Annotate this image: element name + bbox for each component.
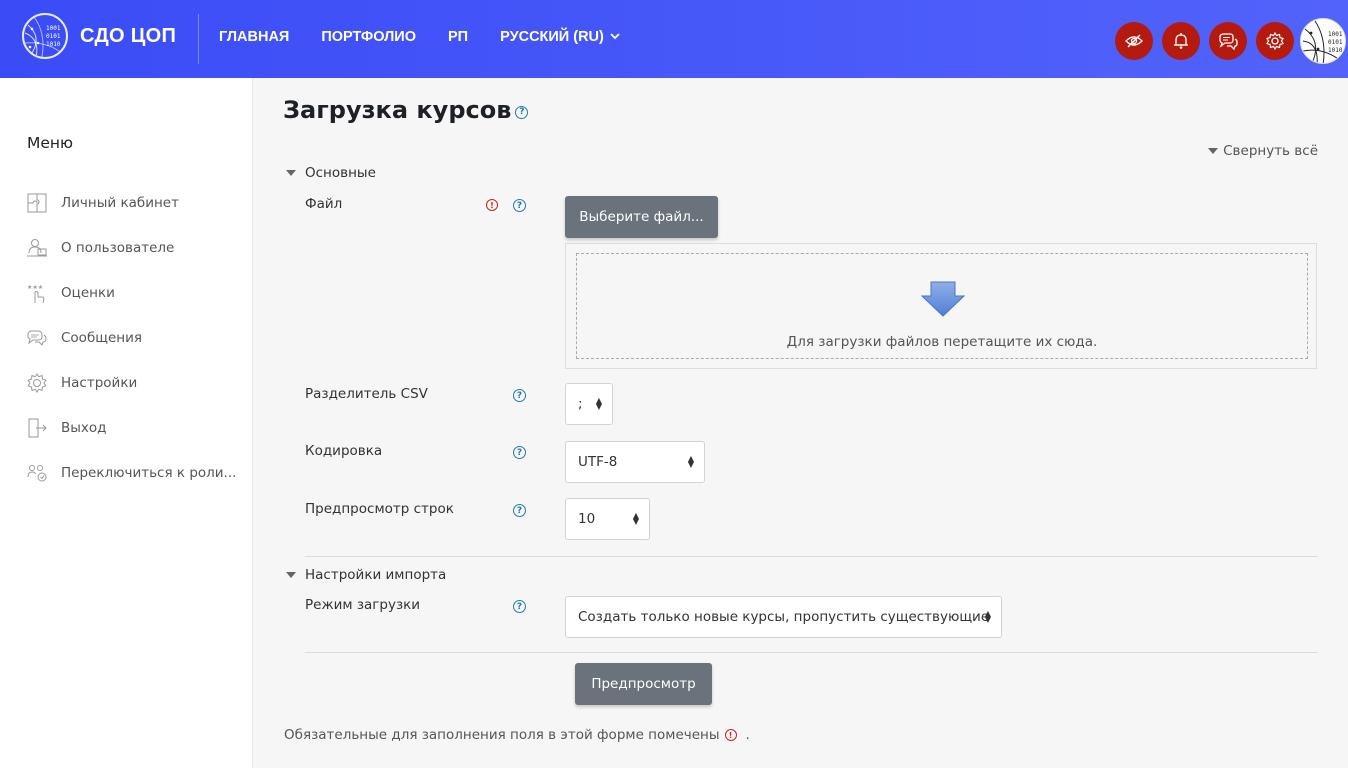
- select-arrows-icon: ▲ ▼: [687, 454, 694, 469]
- preview-rows-select[interactable]: 10 ▲ ▼: [565, 498, 650, 540]
- sidebar-item-settings[interactable]: Настройки: [25, 360, 236, 405]
- bell-icon[interactable]: [1162, 22, 1200, 60]
- nav-portfolio[interactable]: ПОРТФОЛИО: [321, 29, 416, 45]
- nav-home[interactable]: ГЛАВНАЯ: [219, 29, 289, 45]
- sidebar-menu: Личный кабинет О пользователе ★★★ Оценки…: [25, 180, 236, 495]
- site-logo[interactable]: 1001 0101 1010: [22, 13, 68, 59]
- help-icon[interactable]: ?: [513, 199, 526, 212]
- top-navbar: 1001 0101 1010 СДО ЦОП ГЛАВНАЯ ПОРТФОЛИО Р…: [0, 0, 1348, 78]
- select-arrows-icon: ▲ ▼: [632, 511, 639, 526]
- sidebar-item-messages[interactable]: Сообщения: [25, 315, 236, 360]
- encoding-select[interactable]: UTF-8 ▲ ▼: [565, 441, 705, 483]
- help-icon[interactable]: ?: [515, 105, 529, 119]
- gear-icon[interactable]: [1256, 22, 1294, 60]
- section-import-toggle[interactable]: Настройки импорта: [286, 567, 446, 583]
- csv-delimiter-select[interactable]: ; ▲ ▼: [565, 383, 613, 425]
- sidebar-item-logout[interactable]: Выход: [25, 405, 236, 450]
- header-icons: 1001 0101 1010: [1106, 18, 1348, 64]
- brand-name[interactable]: СДО ЦОП: [80, 25, 176, 48]
- triangle-down-icon: [286, 572, 296, 578]
- avatar-binary: 1001 0101 1010: [1328, 31, 1343, 54]
- sidebar-item-switch-role[interactable]: Переключиться к роли...: [25, 450, 236, 495]
- triangle-down-icon: [286, 170, 296, 176]
- divider: [305, 652, 1318, 653]
- required-icon: !: [486, 199, 498, 211]
- stars-hand-icon: ★★★: [25, 281, 49, 305]
- chat-icon: [25, 326, 49, 350]
- help-icon[interactable]: ?: [513, 600, 526, 613]
- sidebar-title: Меню: [27, 134, 74, 152]
- help-icon[interactable]: ?: [513, 504, 526, 517]
- exit-door-icon: [25, 416, 49, 440]
- main-content: Загрузка курсов ? Свернуть всё Основные …: [253, 78, 1348, 768]
- file-dropzone[interactable]: Для загрузки файлов перетащите их сюда.: [565, 243, 1317, 369]
- dropzone-message: Для загрузки файлов перетащите их сюда.: [786, 334, 1098, 350]
- choose-file-button[interactable]: Выберите файл...: [565, 196, 718, 238]
- eye-slash-icon[interactable]: [1115, 22, 1153, 60]
- page-title: Загрузка курсов ?: [283, 96, 529, 124]
- sidebar-item-grades[interactable]: ★★★ Оценки: [25, 270, 236, 315]
- required-fields-note: Обязательные для заполнения поля в этой …: [284, 727, 750, 743]
- logo-binary: 1001 0101 1010: [46, 25, 61, 48]
- preview-rows-label: Предпросмотр строк: [305, 501, 454, 517]
- nav-language-dropdown[interactable]: РУССКИЙ (RU): [500, 29, 620, 45]
- upload-mode-label: Режим загрузки: [305, 597, 421, 613]
- sidebar: Меню Личный кабинет О пользователе ★★★ О…: [0, 78, 253, 768]
- main-nav: ГЛАВНАЯ ПОРТФОЛИО РП РУССКИЙ (RU): [219, 29, 652, 45]
- down-arrow-icon: [920, 280, 966, 322]
- preview-button[interactable]: Предпросмотр: [575, 663, 712, 705]
- select-arrows-icon: ▲ ▼: [984, 609, 991, 624]
- svg-text:★★★: ★★★: [27, 284, 43, 291]
- select-arrows-icon: ▲ ▼: [595, 396, 602, 411]
- help-icon[interactable]: ?: [513, 446, 526, 459]
- nav-rp[interactable]: РП: [448, 29, 468, 45]
- upload-mode-select[interactable]: Создать только новые курсы, пропустить с…: [565, 596, 1002, 638]
- required-icon: !: [724, 729, 737, 741]
- sidebar-item-dashboard[interactable]: Личный кабинет: [25, 180, 236, 225]
- user-avatar[interactable]: 1001 0101 1010: [1300, 18, 1346, 64]
- chat-icon[interactable]: [1209, 22, 1247, 60]
- puzzle-icon: [25, 191, 49, 215]
- encoding-label: Кодировка: [305, 443, 383, 459]
- triangle-down-icon: [1208, 148, 1219, 154]
- collapse-all-link[interactable]: Свернуть всё: [1208, 143, 1318, 159]
- help-icon[interactable]: ?: [513, 389, 526, 402]
- user-desk-icon: [25, 236, 49, 260]
- gear-icon: [25, 371, 49, 395]
- header-divider: [198, 14, 199, 64]
- users-switch-icon: [25, 461, 49, 485]
- chevron-down-icon: [610, 32, 620, 43]
- divider: [305, 556, 1318, 557]
- section-general-toggle[interactable]: Основные: [286, 165, 376, 181]
- csv-delimiter-label: Разделитель CSV: [305, 386, 428, 402]
- sidebar-item-profile[interactable]: О пользователе: [25, 225, 236, 270]
- file-label: Файл: [305, 196, 343, 212]
